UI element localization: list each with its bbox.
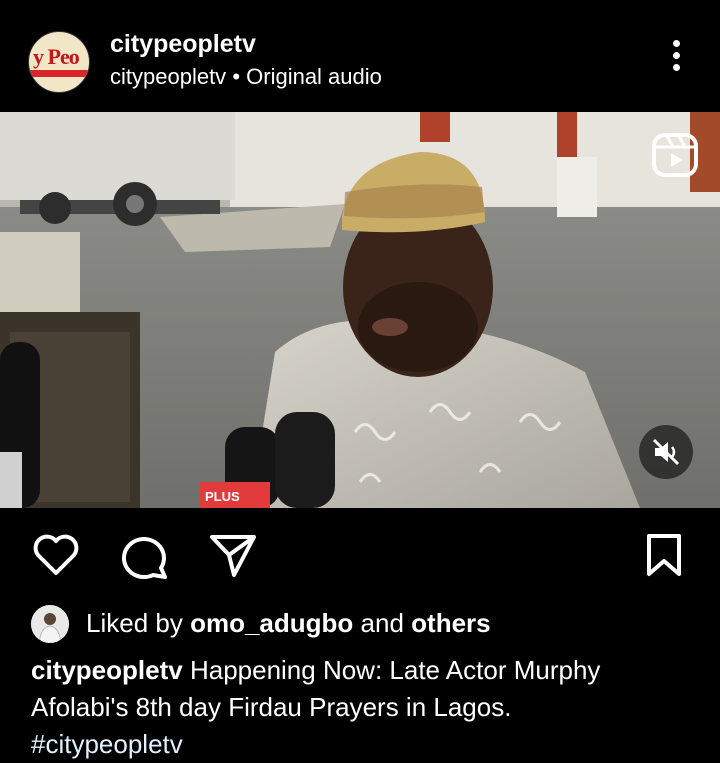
liked-by-label: Liked by — [86, 608, 183, 638]
caption-hashtag[interactable]: #citypeopletv — [31, 729, 183, 759]
liker-avatar[interactable] — [31, 605, 69, 643]
likes-text: Liked by omo_adugbo and others — [86, 608, 491, 639]
more-options-button[interactable] — [664, 40, 688, 80]
comment-button[interactable] — [120, 532, 170, 585]
like-button[interactable] — [32, 533, 80, 582]
subline-separator: • — [232, 64, 241, 89]
likes-others-link[interactable]: others — [411, 608, 490, 638]
post-video[interactable]: PLUS — [0, 112, 720, 508]
save-button[interactable] — [645, 533, 683, 582]
mic-flag-label: PLUS — [205, 489, 240, 504]
avatar-logo-strip — [29, 70, 89, 77]
mute-toggle-button[interactable] — [639, 425, 693, 479]
liker-username[interactable]: omo_adugbo — [190, 608, 353, 638]
send-icon — [210, 535, 256, 577]
post-header: y Peo citypeopletv citypeopletv • Origin… — [0, 0, 720, 112]
subline-username[interactable]: citypeopletv — [110, 64, 226, 89]
speaker-muted-icon — [652, 438, 680, 466]
video-frame — [0, 112, 720, 508]
reels-icon — [651, 132, 699, 178]
more-dot — [672, 52, 680, 59]
heart-icon — [33, 534, 79, 575]
post-actions — [0, 508, 720, 598]
more-dot — [672, 40, 680, 47]
post-subline: citypeopletv • Original audio — [110, 64, 382, 90]
audio-link[interactable]: Original audio — [246, 64, 382, 89]
bookmark-icon — [647, 534, 681, 576]
avatar-logo-text: y Peo — [33, 44, 80, 69]
comment-icon — [121, 537, 167, 579]
profile-avatar[interactable]: y Peo — [28, 31, 90, 93]
caption-username[interactable]: citypeopletv — [31, 655, 183, 685]
post-caption: citypeopletv Happening Now: Late Actor M… — [31, 652, 691, 763]
likes-and-label: and — [360, 608, 404, 638]
share-button[interactable] — [208, 533, 258, 584]
post-username[interactable]: citypeopletv — [110, 30, 256, 59]
likes-row[interactable]: Liked by omo_adugbo and others — [0, 600, 720, 646]
more-dot — [672, 64, 680, 71]
